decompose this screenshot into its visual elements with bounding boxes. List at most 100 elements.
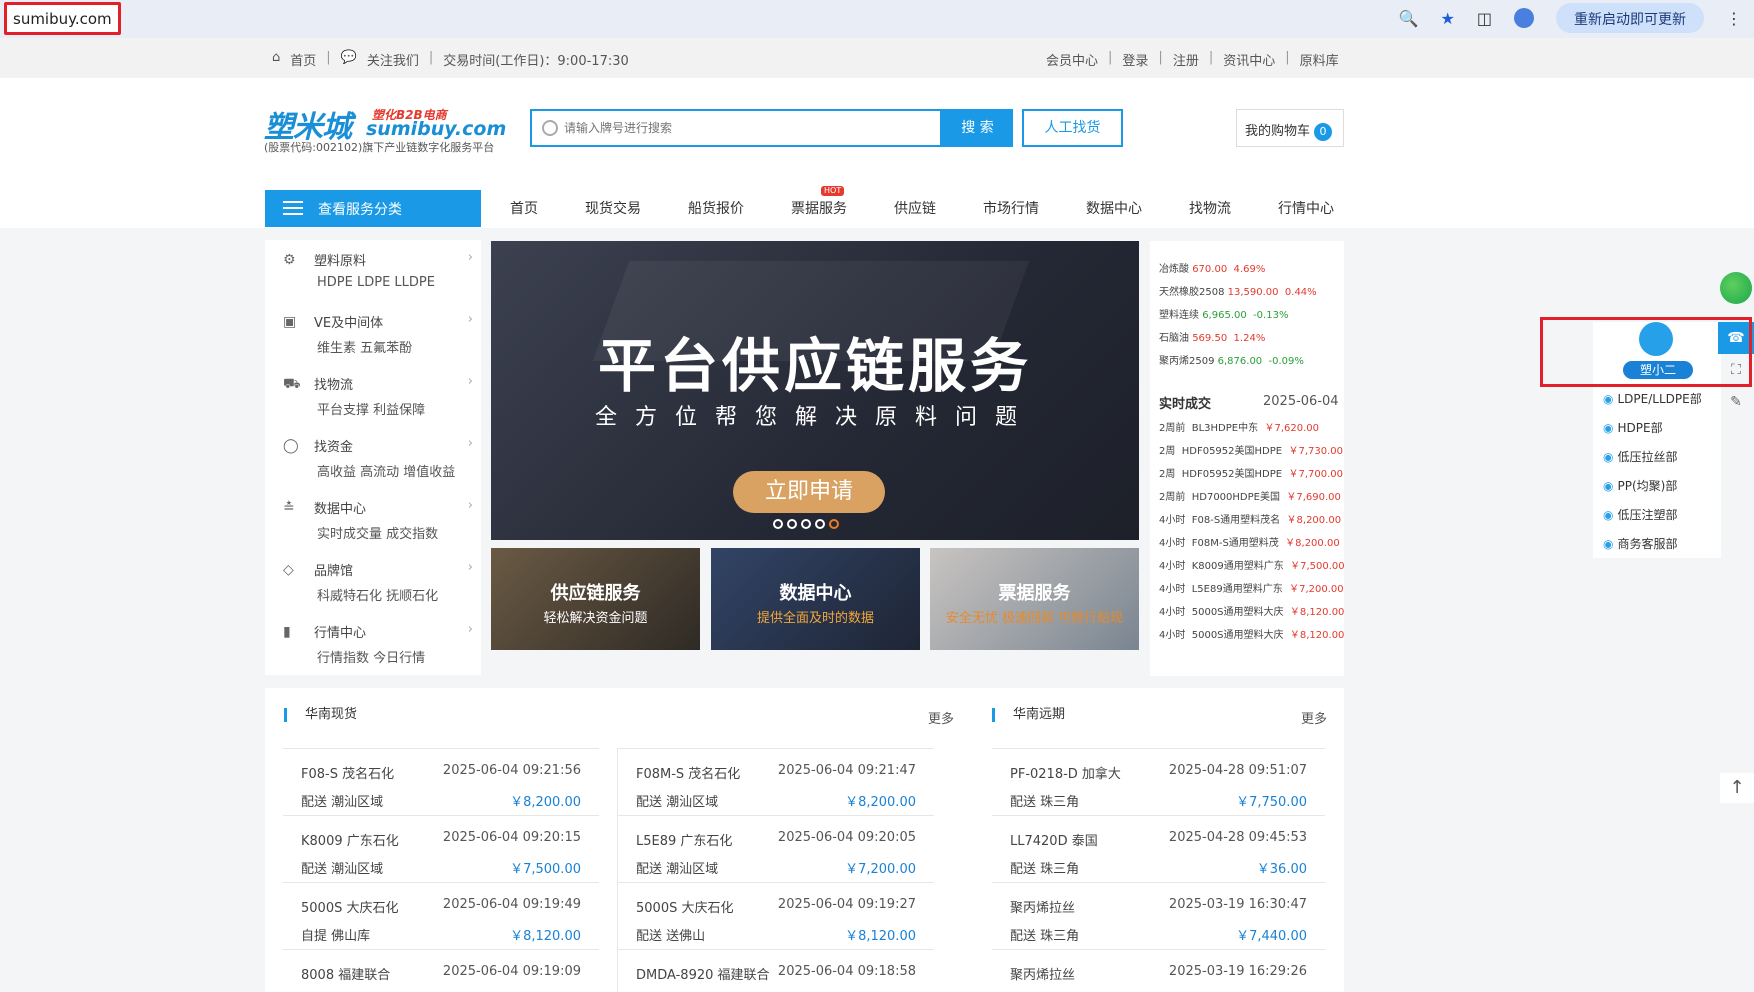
menu-dots-icon[interactable]: ⋮ bbox=[1726, 9, 1742, 28]
listing-row[interactable]: DMDA-8920 福建联合 2025-06-04 09:18:58 bbox=[618, 949, 934, 992]
listing-name: 聚丙烯拉丝 bbox=[1010, 901, 1076, 916]
realtime-deals-date: 2025-06-04 bbox=[1263, 394, 1339, 409]
login-link[interactable]: 登录 bbox=[1122, 50, 1148, 69]
hamburger-icon bbox=[283, 201, 303, 203]
nav-bill-service[interactable]: 票据服务 HOT bbox=[791, 186, 847, 218]
promo-bill-service[interactable]: 票据服务 安全无忧 极速回款 可跨行贴现 bbox=[930, 548, 1139, 650]
service-dept-item[interactable]: ◉ PP(均聚)部 bbox=[1603, 477, 1677, 494]
listing-time: 2025-03-19 16:30:47 bbox=[1168, 897, 1307, 912]
south-spot-more-link[interactable]: 更多 bbox=[928, 708, 954, 727]
nav-home[interactable]: 首页 bbox=[510, 198, 538, 218]
carousel-dot[interactable] bbox=[815, 519, 825, 529]
category-item-funding[interactable]: ◯ 找资金 高收益 高流动 增值收益 › bbox=[265, 426, 481, 486]
manual-find-button[interactable]: 人工找货 bbox=[1022, 109, 1123, 147]
headset-icon: ◉ bbox=[1603, 450, 1614, 464]
material-library-link[interactable]: 原料库 bbox=[1300, 50, 1339, 69]
nav-ship-quotes[interactable]: 船货报价 bbox=[688, 198, 744, 218]
category-sub: 科威特石化 抚顺石化 bbox=[317, 589, 439, 604]
category-item-data[interactable]: ≛ 数据中心 实时成交量 成交指数 › bbox=[265, 488, 481, 548]
listing-row[interactable]: 聚丙烯拉丝 2025-03-19 16:30:47 配送 珠三角 ￥7,440.00 bbox=[992, 882, 1325, 948]
listing-price: ￥8,200.00 bbox=[510, 795, 581, 810]
listing-row[interactable]: 聚丙烯拉丝 2025-03-19 16:29:26 bbox=[992, 949, 1325, 992]
nav-quote-center[interactable]: 行情中心 bbox=[1278, 198, 1334, 218]
nav-logistics[interactable]: 找物流 bbox=[1189, 198, 1231, 218]
south-futures-title: 华南远期 bbox=[992, 708, 1065, 722]
bookmark-star-icon[interactable]: ★ bbox=[1441, 9, 1455, 28]
service-category-button[interactable]: 查看服务分类 bbox=[265, 190, 481, 227]
back-to-top-icon[interactable]: ↑ bbox=[1720, 773, 1754, 803]
service-dept-item[interactable]: ◉ HDPE部 bbox=[1603, 419, 1663, 436]
trading-hours: 交易时间(工作日)：9:00-17:30 bbox=[443, 54, 629, 69]
category-item-quotes[interactable]: ▮ 行情中心 行情指数 今日行情 › bbox=[265, 612, 481, 672]
banner-title: 平台供应链服务 bbox=[597, 332, 1032, 400]
register-link[interactable]: 注册 bbox=[1173, 50, 1199, 69]
carousel-dot[interactable] bbox=[787, 519, 797, 529]
listing-location: 配送 送佛山 bbox=[636, 929, 706, 944]
profile-icon[interactable] bbox=[1514, 8, 1534, 28]
quote-row[interactable]: 聚丙烯2509 6,876.00 -0.09% bbox=[1159, 352, 1304, 367]
category-item-plastics[interactable]: ⚙ 塑料原料 HDPE LDPE LLDPE › bbox=[265, 240, 481, 300]
category-item-logistics[interactable]: ⛟ 找物流 平台支撑 利益保障 › bbox=[265, 364, 481, 424]
search-button[interactable]: 搜 索 bbox=[942, 109, 1013, 147]
category-item-brands[interactable]: ◇ 品牌馆 科威特石化 抚顺石化 › bbox=[265, 550, 481, 610]
listing-row[interactable]: 8008 福建联合 2025-06-04 09:19:09 bbox=[283, 949, 599, 992]
cart-count-badge: 0 bbox=[1314, 123, 1333, 141]
address-bar[interactable]: sumibuy.com bbox=[4, 2, 121, 35]
category-item-ve[interactable]: ▣ VE及中间体 维生素 五氟苯酚 › bbox=[265, 302, 481, 362]
cart-button[interactable]: 我的购物车 0 bbox=[1236, 109, 1344, 147]
quote-row[interactable]: 石脑油 569.50 1.24% bbox=[1159, 329, 1265, 344]
listing-name: F08-S 茂名石化 bbox=[301, 767, 395, 782]
carousel-dots bbox=[773, 519, 839, 529]
promo-data-center[interactable]: 数据中心 提供全面及时的数据 bbox=[711, 548, 920, 650]
service-dept-item[interactable]: ◉ 低压拉丝部 bbox=[1603, 448, 1678, 465]
carousel-dot[interactable] bbox=[801, 519, 811, 529]
quote-row[interactable]: 冶炼酸 670.00 4.69% bbox=[1159, 260, 1265, 275]
south-spot-title: 华南现货 bbox=[284, 708, 357, 722]
listing-row[interactable]: 5000S 大庆石化 2025-06-04 09:19:27 配送 送佛山 ￥8,1… bbox=[618, 882, 934, 948]
carousel-dot[interactable] bbox=[773, 519, 783, 529]
promo-sub: 提供全面及时的数据 bbox=[756, 611, 874, 626]
topbar-follow-link[interactable]: 关注我们 bbox=[367, 50, 419, 69]
carousel-dot-active[interactable] bbox=[829, 519, 839, 529]
chevron-right-icon: › bbox=[467, 498, 473, 513]
market-panel: 冶炼酸 670.00 4.69% 天然橡胶2508 13,590.00 0.44… bbox=[1150, 241, 1345, 676]
listing-row[interactable]: K8009 广东石化 2025-06-04 09:20:15 配送 潮汕区域 ￥7,… bbox=[283, 815, 599, 881]
listing-row[interactable]: F08-S 茂名石化 2025-06-04 09:21:56 配送 潮汕区域 ￥8,… bbox=[283, 748, 599, 814]
nav-data-center[interactable]: 数据中心 bbox=[1086, 198, 1142, 218]
member-center-link[interactable]: 会员中心 bbox=[1046, 50, 1098, 69]
listing-row[interactable]: F08M-S 茂名石化 2025-06-04 09:21:47 配送 潮汕区域 ￥8… bbox=[618, 748, 934, 814]
listing-row[interactable]: L5E89 广东石化 2025-06-04 09:20:05 配送 潮汕区域 ￥7,… bbox=[618, 815, 934, 881]
search-box bbox=[530, 109, 942, 147]
zoom-icon[interactable]: 🔍 bbox=[1399, 9, 1419, 28]
hero-banner[interactable]: 平台供应链服务 全方位帮您解决原料问题 立即申请 bbox=[491, 241, 1139, 540]
apply-now-button[interactable]: 立即申请 bbox=[733, 471, 885, 513]
service-dept-item[interactable]: ◉ 低压注塑部 bbox=[1603, 506, 1678, 523]
news-center-link[interactable]: 资讯中心 bbox=[1223, 50, 1275, 69]
browser-toolbar: sumibuy.com 🔍 ★ ◫ 重新启动即可更新 ⋮ bbox=[0, 0, 1754, 38]
update-button[interactable]: 重新启动即可更新 bbox=[1556, 3, 1704, 33]
deal-row: 4小时 F08-S通用塑料茂名 ￥8,200.00 bbox=[1159, 515, 1342, 526]
listing-row[interactable]: 5000S 大庆石化 2025-06-04 09:19:49 自提 佛山库 ￥8,1… bbox=[283, 882, 599, 948]
side-panel-icon[interactable]: ◫ bbox=[1477, 9, 1492, 28]
listing-row[interactable]: LL7420D 泰国 2025-04-28 09:45:53 配送 珠三角 ￥36.… bbox=[992, 815, 1325, 881]
listing-row[interactable]: PF-0218-D 加拿大 2025-04-28 09:51:07 配送 珠三角 ￥… bbox=[992, 748, 1325, 814]
nav-supply-chain[interactable]: 供应链 bbox=[894, 198, 936, 218]
chevron-right-icon: › bbox=[467, 250, 473, 265]
nav-spot-trading[interactable]: 现货交易 bbox=[585, 198, 641, 218]
edit-feedback-icon[interactable]: ✎ bbox=[1718, 386, 1754, 418]
quote-change: -0.09% bbox=[1268, 356, 1304, 367]
listing-location: 配送 珠三角 bbox=[1010, 929, 1080, 944]
south-futures-more-link[interactable]: 更多 bbox=[1301, 708, 1327, 727]
quote-row[interactable]: 塑料连续 6,965.00 -0.13% bbox=[1159, 306, 1288, 321]
nav-market[interactable]: 市场行情 bbox=[983, 198, 1039, 218]
deal-row: 4小时 K8009通用塑料广东 ￥7,500.00 bbox=[1159, 561, 1345, 572]
search-input[interactable] bbox=[564, 115, 924, 141]
service-dept-item[interactable]: ◉ LDPE/LLDPE部 bbox=[1603, 390, 1702, 407]
listing-location: 配送 潮汕区域 bbox=[301, 795, 384, 810]
topbar-home-link[interactable]: 首页 bbox=[290, 50, 316, 69]
chevron-right-icon: › bbox=[467, 560, 473, 575]
promo-supply-chain[interactable]: 供应链服务 轻松解决资金问题 bbox=[491, 548, 700, 650]
leaf-logo-icon[interactable] bbox=[1720, 272, 1752, 304]
quote-row[interactable]: 天然橡胶2508 13,590.00 0.44% bbox=[1159, 283, 1317, 298]
service-dept-item[interactable]: ◉ 商务客服部 bbox=[1603, 535, 1678, 552]
